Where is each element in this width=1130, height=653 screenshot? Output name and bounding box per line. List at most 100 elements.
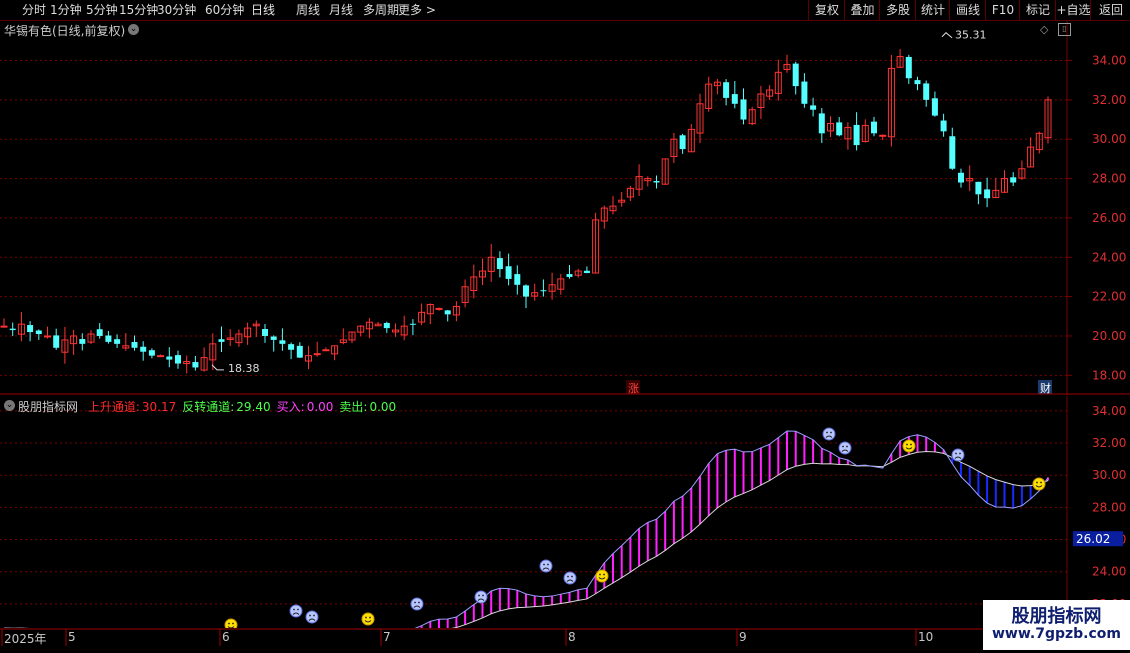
candle-body-down [653,181,660,183]
toolbar-button-5[interactable]: F10 [985,0,1020,20]
candle-body-down [940,120,947,132]
buy-smile-icon [361,612,375,626]
candle-body-down [723,82,730,98]
period-tab-5[interactable]: 60分钟 [205,2,244,18]
candle-body-down [166,356,173,360]
candle-body-up [157,355,165,358]
high-price-label: 35.31 [955,29,987,42]
candle-body-down [409,323,416,325]
indicator-tick-label: 24.00 [1092,565,1126,579]
toolbar-button-7[interactable]: +自选 [1055,0,1091,20]
period-tab-3[interactable]: 15分钟 [119,2,158,18]
sell-frown-icon [474,590,488,604]
period-tab-6[interactable]: 日线 [251,2,275,18]
candle-body-up [322,349,330,352]
candle-body-up [879,134,887,137]
price-tick-label: 34.00 [1092,54,1126,68]
chevron-down-icon[interactable]: ⌄ [4,400,15,411]
time-axis-lines [0,628,1067,646]
current-value-label: 26.02 [1076,532,1110,546]
time-axis-label: 6 [222,630,230,644]
candle-body-down [175,355,181,364]
period-tab-10[interactable]: 更多 > [398,2,436,18]
diamond-icon[interactable]: ◇ [1040,23,1048,36]
candle-body-down [818,113,825,134]
price-tick-label: 20.00 [1092,329,1126,343]
toolbar-button-3[interactable]: 统计 [915,0,950,20]
candle-body-down [270,336,277,340]
candle-body-down [96,329,103,336]
indicator-item-0: 上升通道: 30.17 [88,400,176,414]
sell-frown-icon [563,571,577,585]
chevron-down-icon[interactable]: ⌄ [128,24,139,35]
period-toolbar: 分时 1分钟 5分钟 15分钟 30分钟 60分钟 日线 周线 月线 多周期 更多 > 复权 叠加 多股统… [0,0,1130,21]
indicator-item-1: 反转通道: 29.40 [182,400,270,414]
candle-body-down [444,310,451,315]
time-axis-label: 10 [918,630,934,644]
candle-body-down [871,121,877,134]
candle-body-down [296,345,303,358]
indicator-item-value: 30.17 [141,400,177,414]
indicator-chart[interactable]: 34.0032.0030.0028.0026.0024.0022.0026.02 [0,396,1130,628]
indicator-tick-label: 34.00 [1092,404,1126,418]
candle-body-down [914,80,921,85]
sell-frown-icon [289,604,303,618]
period-tab-4[interactable]: 30分钟 [157,2,196,18]
price-tick-label: 28.00 [1092,172,1126,186]
candle-body-down [801,81,808,104]
period-tab-1[interactable]: 1分钟 [50,2,82,18]
candle-body-down [105,335,112,342]
period-tab-8[interactable]: 月线 [329,2,353,18]
time-axis: 2025年 5 6 7 8 9 10 [0,628,1067,650]
toolbar-button-6[interactable]: 标记 [1019,0,1056,20]
cai-badge-label: 财 [1040,381,1051,395]
candle-body-down [923,83,930,100]
indicator-item-label: 卖出: [339,400,368,414]
indicator-tick-label: 32.00 [1092,436,1126,450]
time-axis-label: 8 [568,630,576,644]
toolbar-button-8[interactable]: 返回 [1090,0,1130,20]
price-tick-label: 24.00 [1092,250,1126,264]
indicator-tick-label: 28.00 [1092,500,1126,514]
time-axis-label: 7 [383,630,391,644]
candle-body-down [792,63,799,87]
low-price-label: 18.38 [228,362,260,375]
indicator-item-3: 卖出: 0.00 [339,400,396,414]
period-tab-2[interactable]: 5分钟 [86,2,118,18]
period-tab-0[interactable]: 分时 [22,2,46,18]
candle-body-down [1010,177,1017,183]
watermark-logo: 股朋指标网 www.7gpzb.com [983,600,1130,650]
toolbar-button-4[interactable]: 画线 [949,0,986,20]
price-tick-label: 22.00 [1092,290,1126,304]
panel-toggle-icon[interactable]: ▯ [1058,23,1071,36]
toolbar-button-1[interactable]: 叠加 [844,0,880,20]
candle-body-up [44,335,51,338]
main-candle-chart[interactable]: 34.00 32.00 30.00 28.00 26.00 24.00 22.00 20.00… [0,21,1130,395]
toolbar-button-2[interactable]: 多股 [879,0,916,20]
candle-body-down [931,98,938,116]
indicator-item-value: 29.40 [236,400,271,414]
period-tab-9[interactable]: 多周期 [363,2,399,18]
price-tick-label: 18.00 [1092,368,1126,382]
period-tab-7[interactable]: 周线 [296,2,320,18]
candle-body-down [53,335,60,348]
low-marker-icon [211,364,224,371]
candle-body-down [679,135,686,150]
sell-frown-icon [838,441,852,455]
candle-body-down [35,330,42,335]
stock-title: 华锡有色(日线,前复权) [4,24,126,38]
toolbar-button-0[interactable]: 复权 [808,0,845,20]
candle-body-down [731,94,738,104]
sell-frown-icon [539,559,553,573]
candle-body-down [288,344,295,350]
time-axis-label: 9 [739,630,747,644]
indicator-legend: 股朋指标网 上升通道: 30.17 反转通道: 29.40 买入: 0.00 卖出: 0.00 [18,398,402,415]
buy-smile-icon [595,569,609,583]
candle-body-down [905,56,912,79]
candle-body-down [984,189,991,199]
candle-body-down [9,328,16,331]
candle-body-down [740,99,747,120]
price-tick-label: 26.00 [1092,211,1126,225]
sell-frown-icon [410,597,424,611]
indicator-name: 股朋指标网 [18,400,79,414]
